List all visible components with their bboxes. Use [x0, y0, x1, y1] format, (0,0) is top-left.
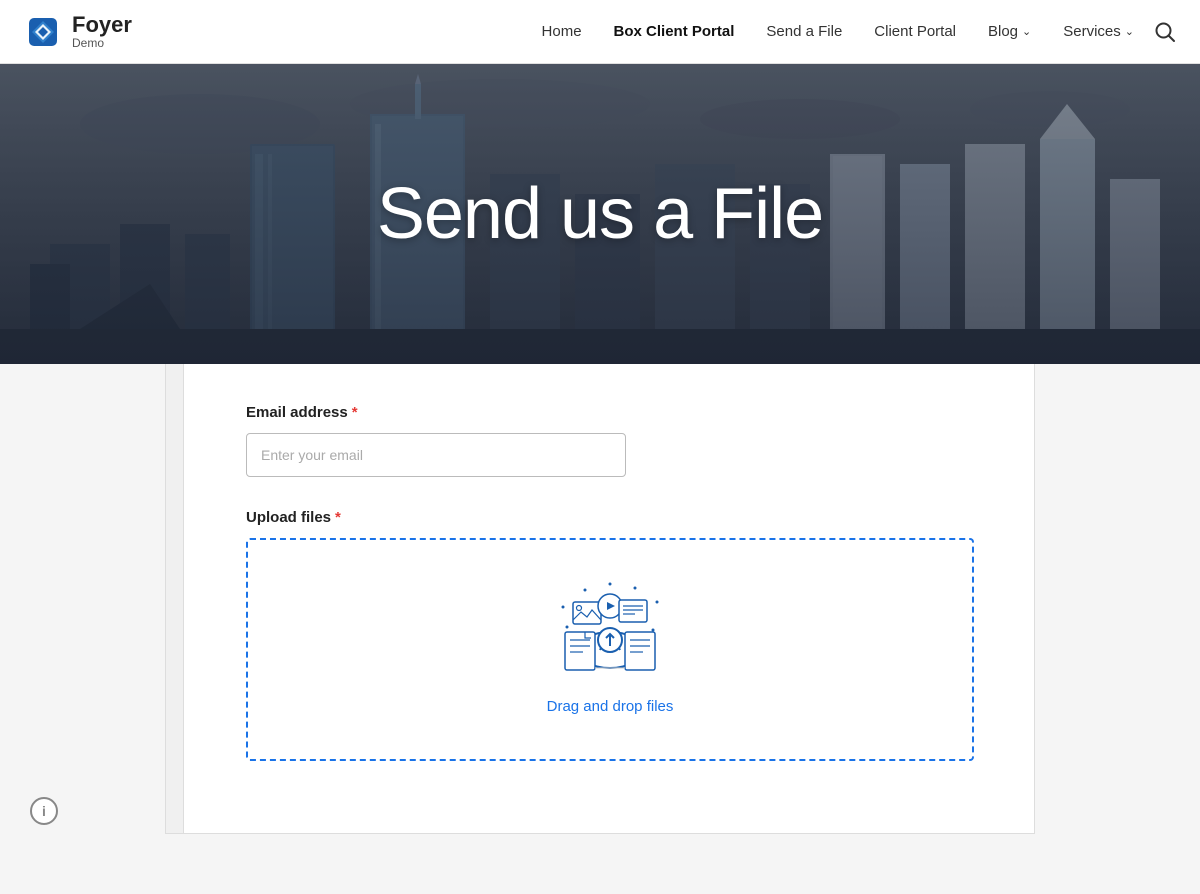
- upload-dropzone[interactable]: Drag and drop files: [246, 538, 974, 761]
- form-container: Email address * Upload files *: [165, 364, 1035, 834]
- nav-link-blog[interactable]: Blog ⌄: [988, 23, 1031, 40]
- nav-item-client-portal[interactable]: Client Portal: [874, 23, 956, 41]
- nav-link-send-a-file[interactable]: Send a File: [766, 23, 842, 40]
- form-left-accent: [166, 364, 184, 833]
- drag-drop-text: Drag and drop files: [547, 698, 674, 715]
- email-section: Email address *: [246, 404, 974, 477]
- nav-link-box-client-portal[interactable]: Box Client Portal: [614, 23, 735, 40]
- upload-required-star: *: [335, 509, 341, 526]
- hero-section: Send us a File: [0, 64, 1200, 364]
- logo-title: Foyer: [72, 13, 132, 37]
- search-icon: [1154, 21, 1176, 43]
- nav-link-client-portal[interactable]: Client Portal: [874, 23, 956, 40]
- navbar: Foyer Demo Home Box Client Portal Send a…: [0, 0, 1200, 64]
- nav-link-home[interactable]: Home: [542, 23, 582, 40]
- nav-item-home[interactable]: Home: [542, 23, 582, 41]
- logo[interactable]: Foyer Demo: [24, 13, 132, 51]
- logo-subtitle: Demo: [72, 37, 132, 50]
- nav-links: Home Box Client Portal Send a File Clien…: [542, 23, 1134, 41]
- upload-section: Upload files *: [246, 509, 974, 761]
- logo-icon: [24, 13, 62, 51]
- upload-illustration: [545, 572, 675, 682]
- blog-chevron-icon: ⌄: [1022, 25, 1031, 38]
- nav-item-box-client-portal[interactable]: Box Client Portal: [614, 23, 735, 41]
- email-input[interactable]: [246, 433, 626, 477]
- form-inner: Email address * Upload files *: [226, 404, 974, 761]
- nav-item-services[interactable]: Services ⌄: [1063, 23, 1134, 40]
- email-required-star: *: [352, 404, 358, 421]
- info-icon: i: [42, 803, 46, 819]
- nav-link-services[interactable]: Services ⌄: [1063, 23, 1134, 40]
- nav-item-send-a-file[interactable]: Send a File: [766, 23, 842, 41]
- nav-item-blog[interactable]: Blog ⌄: [988, 23, 1031, 40]
- email-label: Email address *: [246, 404, 974, 421]
- hero-title: Send us a File: [377, 173, 823, 255]
- logo-text: Foyer Demo: [72, 13, 132, 50]
- services-chevron-icon: ⌄: [1125, 25, 1134, 38]
- search-button[interactable]: [1154, 21, 1176, 43]
- upload-label: Upload files *: [246, 509, 974, 526]
- info-button[interactable]: i: [30, 797, 58, 825]
